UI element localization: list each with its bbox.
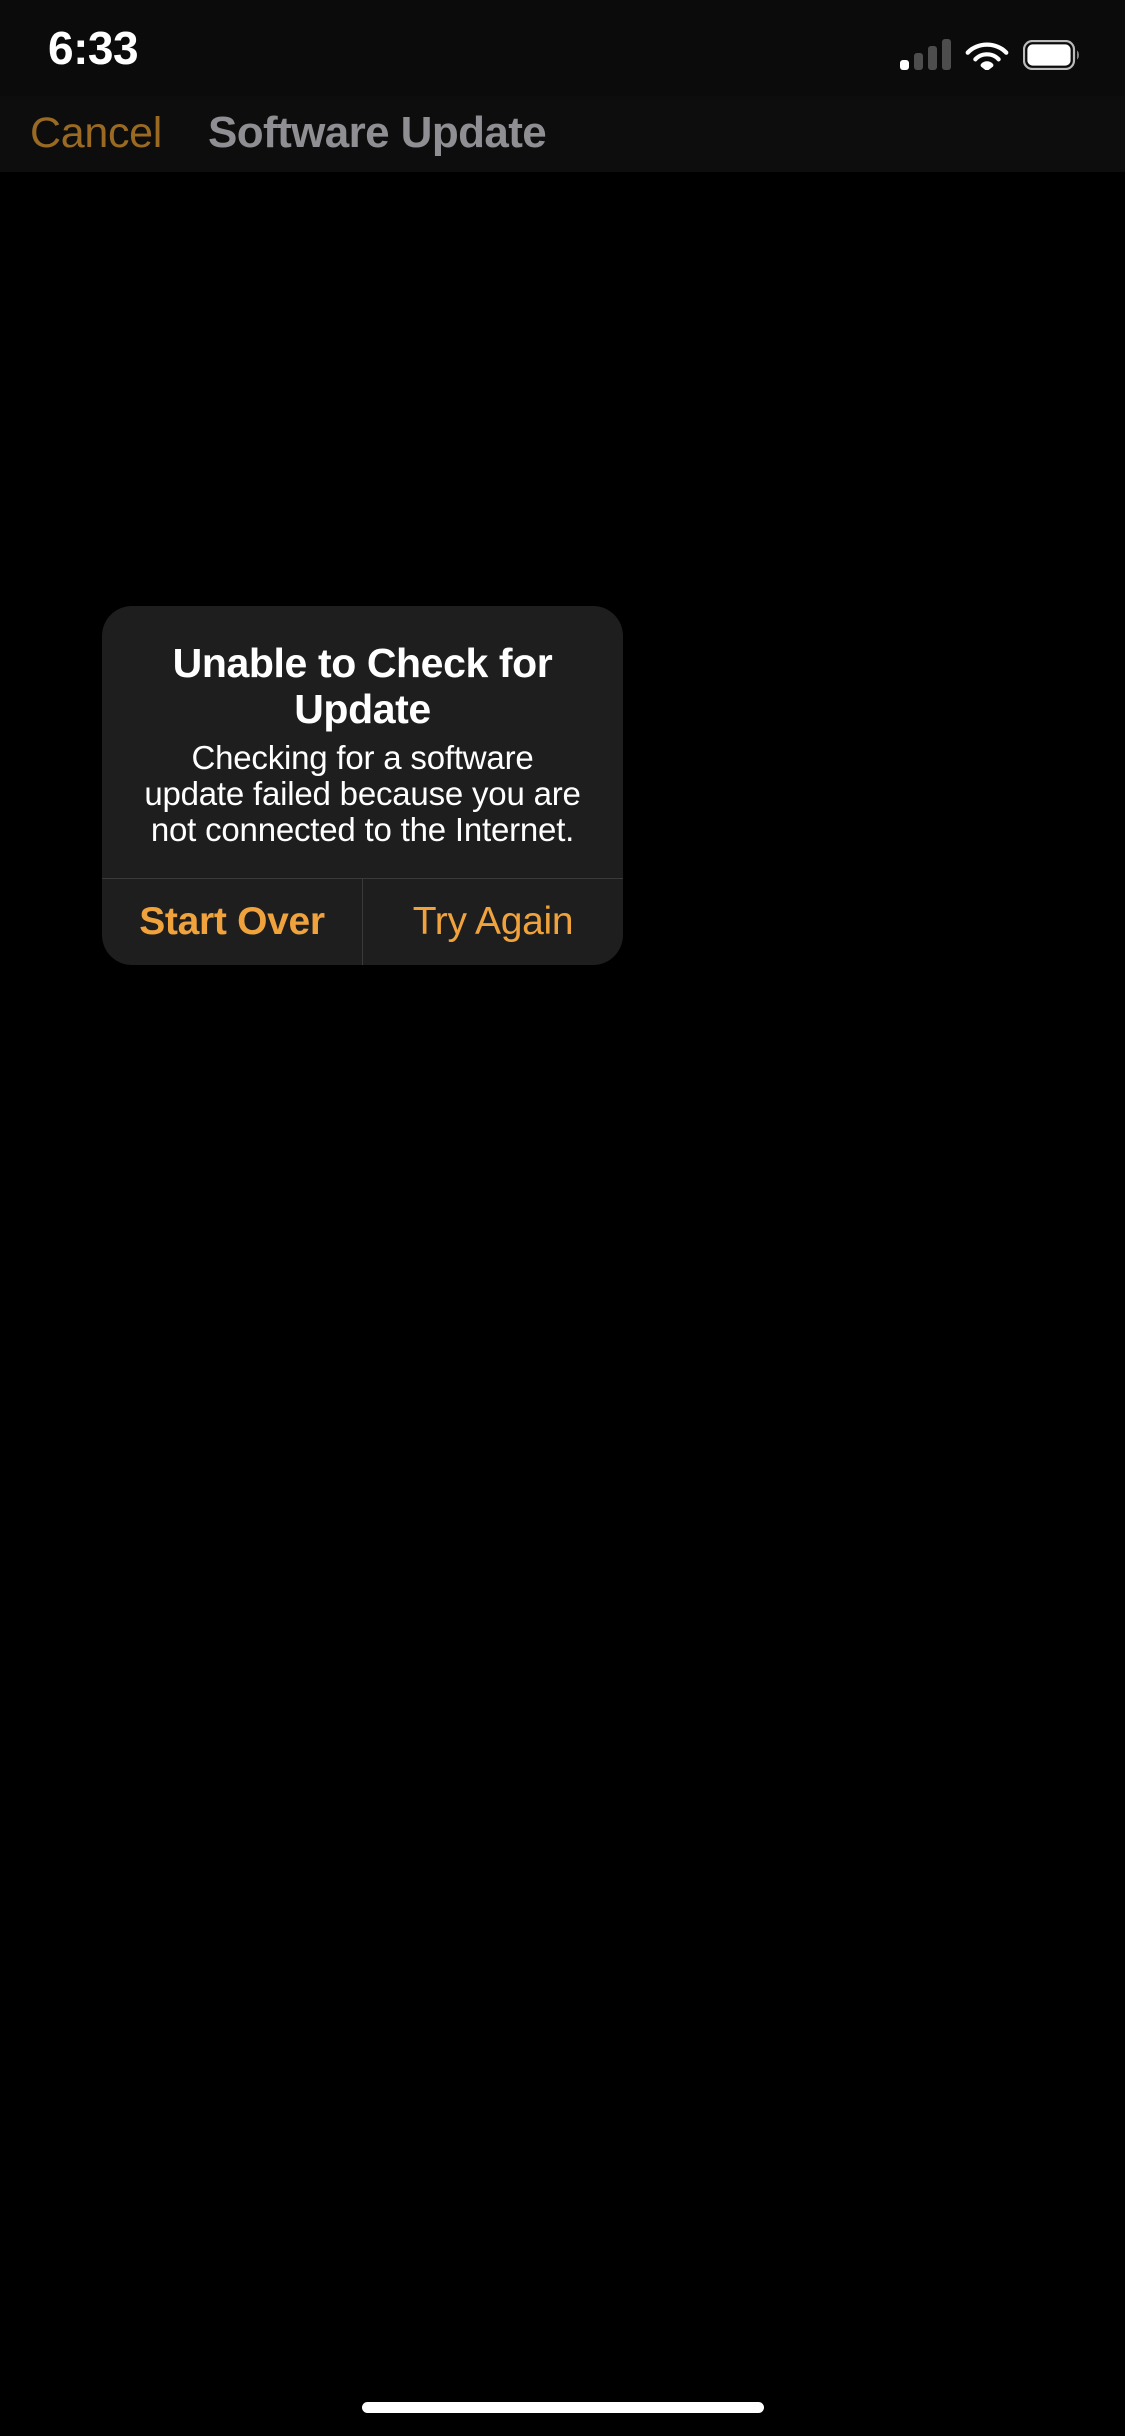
page-title: Software Update: [208, 108, 547, 157]
battery-icon: [1023, 40, 1081, 70]
status-bar: 6:33: [0, 0, 1125, 96]
cancel-button[interactable]: Cancel: [30, 102, 162, 164]
wifi-icon: [965, 38, 1009, 70]
alert-message: Checking for a software update failed be…: [144, 739, 581, 848]
status-bar-icons: [900, 30, 1081, 70]
start-over-button[interactable]: Start Over: [102, 879, 362, 965]
home-indicator[interactable]: [361, 2402, 764, 2413]
status-bar-clock: 6:33: [48, 22, 139, 74]
content-area: Unable to Check for Update Checking for …: [0, 172, 1125, 2436]
alert-title: Unable to Check for Update: [172, 640, 553, 732]
phone-screen: 6:33 Cancel Software Update Unable to Ch…: [0, 0, 1125, 2436]
navigation-bar: Cancel Software Update: [0, 96, 1125, 172]
alert-body: Unable to Check for Update Checking for …: [102, 606, 623, 878]
alert-dialog: Unable to Check for Update Checking for …: [102, 606, 623, 965]
cellular-signal-icon: [900, 38, 951, 70]
try-again-button[interactable]: Try Again: [362, 879, 623, 965]
alert-actions: Start Over Try Again: [102, 878, 623, 965]
